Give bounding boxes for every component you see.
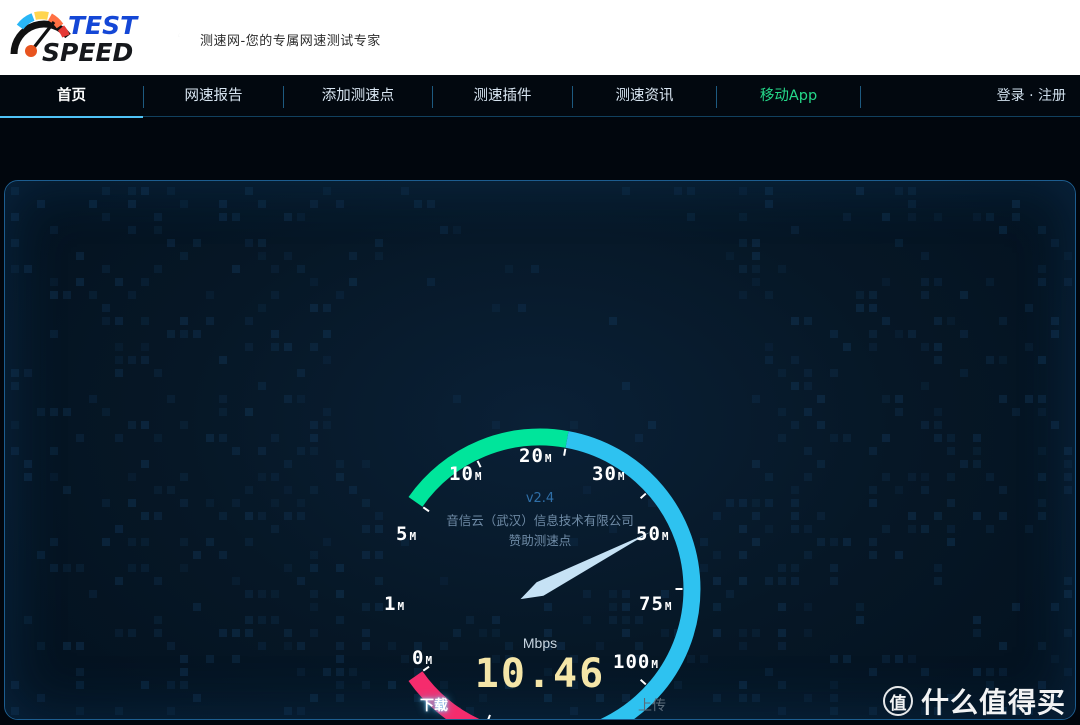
login-register-link[interactable]: 登录 · 注册 xyxy=(997,75,1066,117)
gauge-label-value: 5 xyxy=(396,523,409,545)
gauge-label-value: 1 xyxy=(384,593,397,615)
gauge-label-50m: 50M xyxy=(636,523,670,545)
nav-item-5[interactable]: 移动App xyxy=(717,75,860,117)
gauge-label-value: 20 xyxy=(519,445,544,467)
gauge-label-1m: 1M xyxy=(384,593,405,615)
speed-gauge: 0M 1M 5M 10M 20M 30M 50M 75M 100M v2.4 音信云（武汉）信息… xyxy=(364,413,716,719)
nav-item-4[interactable]: 测速资讯 xyxy=(573,75,716,117)
gauge-label-unit: M xyxy=(661,530,670,543)
gauge-label-20m: 20M xyxy=(519,445,553,467)
gauge-label-unit: M xyxy=(409,530,418,543)
nav-separator-3 xyxy=(572,86,573,108)
gauge-label-10m: 10M xyxy=(449,463,483,485)
gauge-label-5m: 5M xyxy=(396,523,417,545)
nav-separator-4 xyxy=(716,86,717,108)
download-tab[interactable]: 下载 xyxy=(420,695,448,715)
logo-text-test: TEST xyxy=(68,11,139,40)
nav-separator-2 xyxy=(432,86,433,108)
gauge-tick-75 xyxy=(487,714,491,719)
gauge-label-value: 30 xyxy=(592,463,617,485)
speedtest-panel: 0M 1M 5M 10M 20M 30M 50M 75M 100M v2.4 音信云（武汉）信息… xyxy=(4,180,1076,720)
gauge-label-unit: M xyxy=(397,600,406,613)
gauge-label-unit: M xyxy=(617,470,626,483)
nav-separator-1 xyxy=(283,86,284,108)
gauge-label-30m: 30M xyxy=(592,463,626,485)
gauge-label-value: 10 xyxy=(449,463,474,485)
speed-value: 10.46 xyxy=(474,651,606,697)
gauge-label-75m: 75M xyxy=(639,593,673,615)
main-navigation: 首页 网速报告 添加测速点 测速插件 测速资讯 移动App 登录 · 注册 xyxy=(0,75,1080,118)
gauge-tick-5 xyxy=(563,448,567,456)
gauge-label-unit: M xyxy=(544,452,553,465)
nav-item-3[interactable]: 测速插件 xyxy=(433,75,572,117)
gauge-tick-0 xyxy=(422,506,430,513)
speed-unit-label: Mbps xyxy=(522,635,558,651)
gauge-label-unit: M xyxy=(474,470,483,483)
nav-separator-0 xyxy=(143,86,144,108)
gauge-tick-10 xyxy=(639,492,647,499)
gauge-needle xyxy=(520,532,651,600)
page-root: TEST SPEED 测速网-您的专属网速测试专家 首页 网速报告 添加测速点 测速插… xyxy=(0,0,1080,725)
site-logo[interactable]: TEST SPEED xyxy=(8,6,168,68)
upload-tab[interactable]: 上传 xyxy=(638,695,666,715)
nav-item-2[interactable]: 添加测速点 xyxy=(284,75,432,117)
gauge-label-value: 75 xyxy=(639,593,664,615)
site-tagline: 测速网-您的专属网速测试专家 xyxy=(200,34,381,49)
nav-active-underline xyxy=(0,116,143,118)
nav-separator-5 xyxy=(860,86,861,108)
nav-item-0[interactable]: 首页 xyxy=(0,75,143,117)
logo-text-speed: SPEED xyxy=(42,38,133,67)
header-divider xyxy=(178,33,180,37)
gauge-label-value: 50 xyxy=(636,523,661,545)
nav-item-1[interactable]: 网速报告 xyxy=(144,75,283,117)
logo-svg: TEST SPEED xyxy=(10,11,139,67)
site-header: TEST SPEED 测速网-您的专属网速测试专家 xyxy=(0,0,1080,75)
gauge-label-unit: M xyxy=(664,600,673,613)
